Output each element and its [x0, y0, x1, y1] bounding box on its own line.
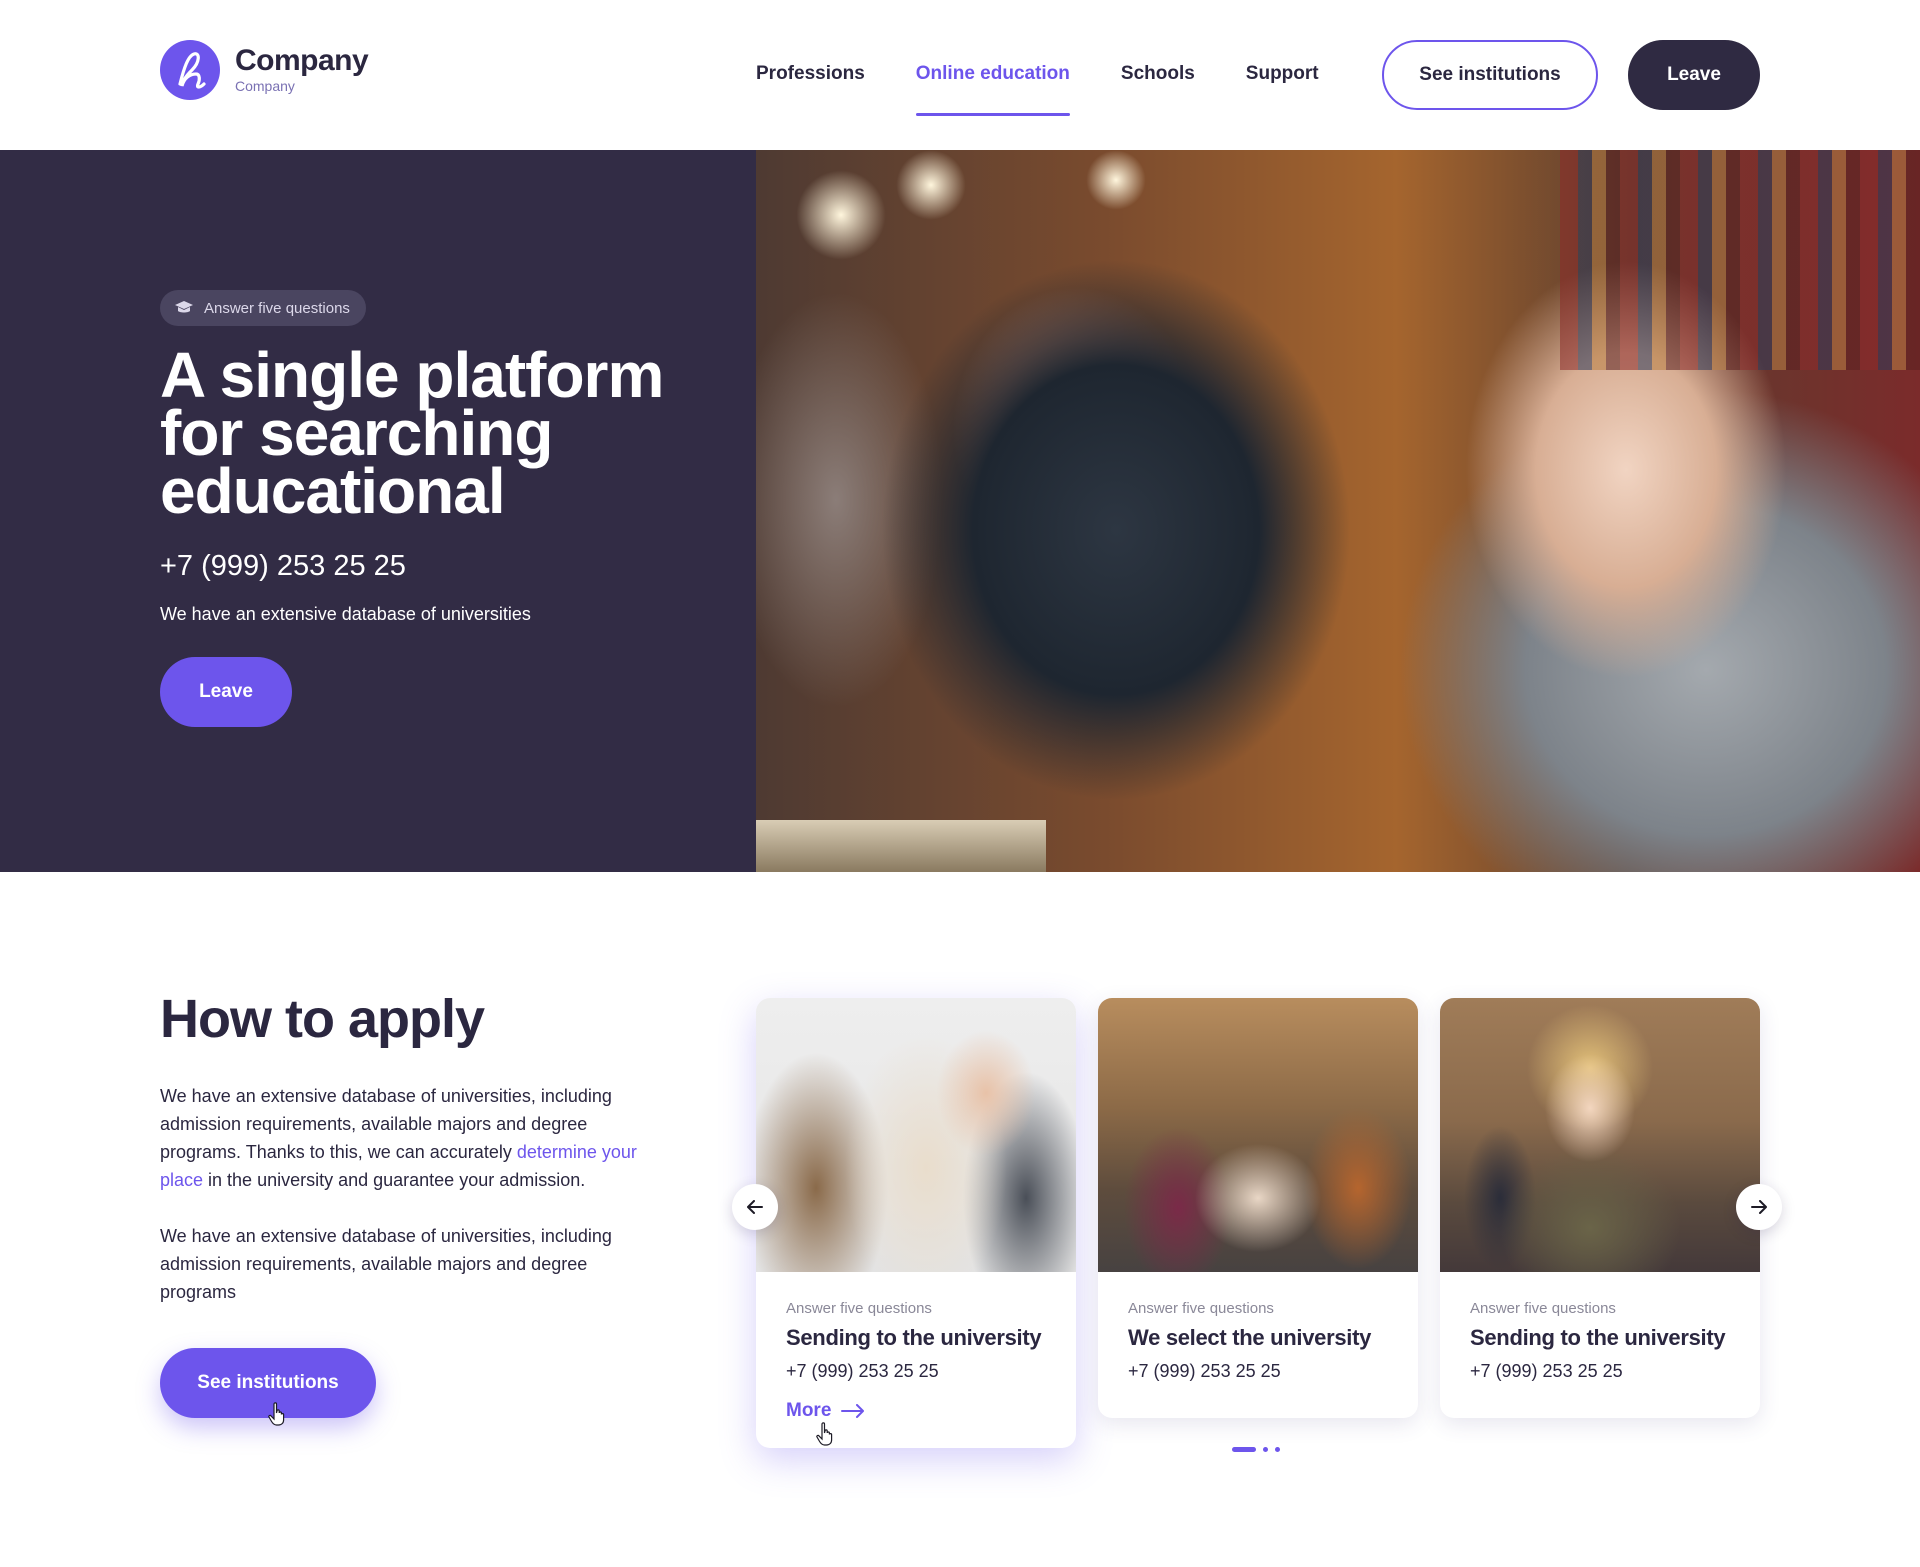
- hero-badge-label: Answer five questions: [204, 299, 350, 317]
- hero-panel: Answer five questions A single platform …: [0, 150, 756, 872]
- card-kicker: Answer five questions: [1128, 1300, 1274, 1317]
- hero-leave-button[interactable]: Leave: [160, 657, 292, 727]
- logo-subtitle: Company: [235, 78, 295, 94]
- hero-image-light: [896, 150, 966, 220]
- nav-item-online-education[interactable]: Online education: [915, 63, 1071, 116]
- arrow-right-icon: [1751, 1200, 1767, 1214]
- nav-item-schools[interactable]: Schools: [1121, 63, 1195, 85]
- main-nav: Professions Online education Schools Sup…: [756, 63, 1370, 116]
- hero-image: [756, 150, 1920, 872]
- apply-paragraph-1-end: in the university and guarantee your adm…: [203, 1170, 586, 1190]
- logo-title: Company: [235, 44, 369, 77]
- card-body: Answer five questions Sending to the uni…: [1440, 1272, 1760, 1382]
- hero-image-bookshelf: [1560, 150, 1920, 370]
- hero-description: We have an extensive database of univers…: [160, 604, 531, 624]
- card-phone[interactable]: +7 (999) 253 25 25: [1470, 1361, 1730, 1382]
- carousel-card[interactable]: Answer five questions We select the univ…: [1098, 998, 1418, 1418]
- nav-item-support[interactable]: Support: [1246, 63, 1319, 85]
- card-photo: [1098, 998, 1418, 1272]
- card-title: Sending to the university: [786, 1325, 1042, 1350]
- card-title: Sending to the university: [1470, 1325, 1726, 1350]
- hand-cursor-icon: [268, 1402, 285, 1426]
- hero-title: A single platform for searching educatio…: [160, 339, 664, 527]
- hero-image-light: [796, 170, 886, 260]
- nav-item-professions[interactable]: Professions: [756, 63, 865, 85]
- arrow-left-icon: [747, 1200, 763, 1214]
- arrow-right-small-icon: [841, 1404, 865, 1418]
- apply-title: How to apply: [160, 989, 485, 1049]
- see-institutions-button[interactable]: See institutions: [1382, 40, 1598, 110]
- card-more-link[interactable]: More: [786, 1400, 1046, 1422]
- carousel-card[interactable]: Answer five questions Sending to the uni…: [756, 998, 1076, 1448]
- card-phone[interactable]: +7 (999) 253 25 25: [1128, 1361, 1388, 1382]
- carousel-prev-button[interactable]: [732, 1184, 778, 1230]
- carousel-dot[interactable]: [1263, 1447, 1268, 1452]
- logo-text: Company Company: [235, 44, 369, 95]
- carousel-pagination: [1232, 1447, 1287, 1452]
- card-body: Answer five questions We select the univ…: [1098, 1272, 1418, 1382]
- card-kicker: Answer five questions: [1470, 1300, 1616, 1317]
- card-photo: [1440, 998, 1760, 1272]
- site-header: Company Company Professions Online educa…: [0, 0, 1920, 150]
- hero-image-light: [1086, 150, 1146, 210]
- hero-phone[interactable]: +7 (999) 253 25 25: [160, 550, 406, 583]
- leave-button[interactable]: Leave: [1628, 40, 1760, 110]
- apply-paragraph-1: We have an extensive database of univers…: [160, 1082, 640, 1194]
- logo-mark-icon: [160, 40, 220, 100]
- carousel-dot[interactable]: [1275, 1447, 1280, 1452]
- card-kicker: Answer five questions: [786, 1300, 932, 1317]
- carousel-dot[interactable]: [1232, 1447, 1256, 1452]
- logo[interactable]: Company Company: [160, 40, 369, 100]
- hand-cursor-icon: [816, 1422, 833, 1446]
- card-photo: [756, 998, 1076, 1272]
- card-more-label: More: [786, 1400, 832, 1421]
- graduation-cap-icon: [175, 301, 193, 313]
- carousel-next-button[interactable]: [1736, 1184, 1782, 1230]
- hero-badge: Answer five questions: [160, 290, 366, 326]
- card-body: Answer five questions Sending to the uni…: [756, 1272, 1076, 1422]
- card-title: We select the university: [1128, 1325, 1372, 1350]
- card-phone[interactable]: +7 (999) 253 25 25: [786, 1361, 1046, 1382]
- carousel-card[interactable]: Answer five questions Sending to the uni…: [1440, 998, 1760, 1418]
- hero-image-book: [756, 820, 1046, 872]
- apply-paragraph-2: We have an extensive database of univers…: [160, 1226, 612, 1302]
